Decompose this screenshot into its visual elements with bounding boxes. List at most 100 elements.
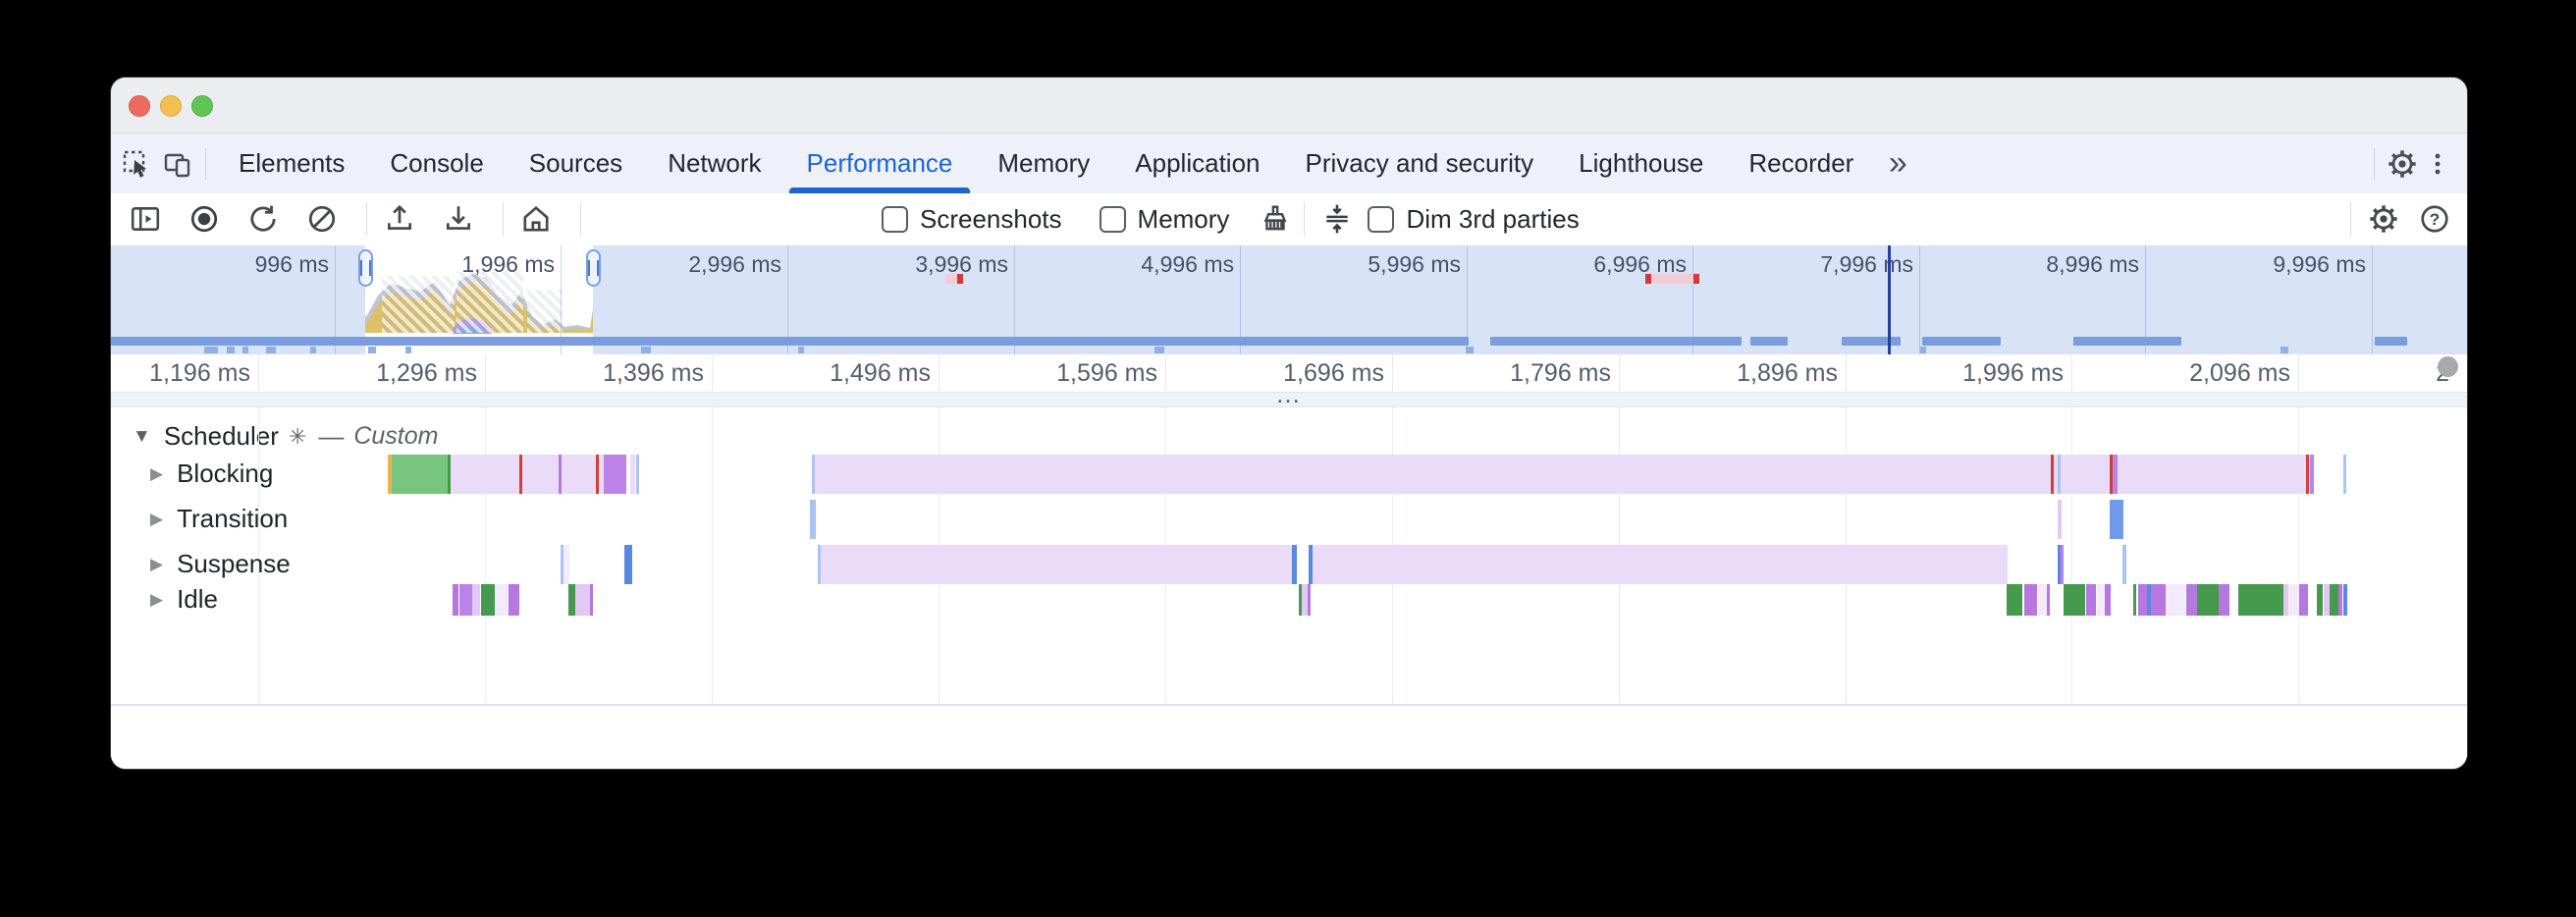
timeline-event-bar[interactable] [2086, 584, 2096, 616]
timeline-event-bar[interactable] [509, 584, 519, 616]
track-row-label-suspense[interactable]: ▶Suspense [150, 549, 291, 579]
track-row-label-blocking[interactable]: ▶Blocking [150, 458, 273, 489]
timeline-event-bar[interactable] [812, 455, 2314, 494]
timeline-event-bar[interactable] [2317, 584, 2323, 616]
close-window-button[interactable] [129, 95, 150, 117]
screenshots-checkbox[interactable] [882, 206, 908, 233]
selection-handle-left[interactable] [358, 249, 373, 287]
expand-triangle-icon[interactable]: ▶ [150, 464, 163, 484]
timeline-event-bar[interactable] [2343, 455, 2346, 494]
record-icon[interactable] [188, 202, 221, 236]
timeline-event-bar[interactable] [564, 545, 569, 584]
timeline-event-bar[interactable] [2024, 584, 2037, 616]
tab-memory[interactable]: Memory [975, 134, 1112, 193]
minimize-window-button[interactable] [160, 95, 182, 117]
timeline-event-bar[interactable] [810, 500, 816, 539]
timeline-event-bar[interactable] [2330, 584, 2338, 616]
timeline-event-bar[interactable] [2299, 584, 2308, 616]
timeline-event-bar[interactable] [2051, 455, 2054, 494]
window-titlebar[interactable] [111, 78, 2467, 134]
upload-profile-icon[interactable] [383, 202, 416, 236]
timeline-event-bar[interactable] [1292, 545, 1297, 584]
timeline-event-bar[interactable] [2038, 584, 2047, 616]
timeline-event-bar[interactable] [1308, 584, 1311, 616]
timeline-event-bar[interactable] [392, 455, 448, 494]
scrollbar-thumb[interactable] [2438, 356, 2458, 377]
timeline-event-bar[interactable] [818, 545, 821, 584]
device-toolbar-icon[interactable] [160, 146, 195, 182]
tab-lighthouse[interactable]: Lighthouse [1556, 134, 1726, 193]
timeline-event-bar[interactable] [2138, 584, 2147, 616]
tab-network[interactable]: Network [645, 134, 783, 193]
clear-icon[interactable] [305, 202, 339, 236]
timeline-event-bar[interactable] [2238, 584, 2283, 616]
track-row-label-transition[interactable]: ▶Transition [150, 504, 288, 534]
tab-console[interactable]: Console [367, 134, 506, 193]
expand-triangle-icon[interactable]: ▶ [150, 590, 163, 610]
timeline-event-bar[interactable] [559, 455, 562, 494]
toggle-sidebar-icon[interactable] [129, 202, 162, 236]
download-profile-icon[interactable] [442, 202, 475, 236]
timeline-event-bar[interactable] [818, 545, 1295, 584]
timeline-event-bar[interactable] [812, 455, 815, 494]
timeline-overview[interactable]: CPU NET 996 ms1,996 ms2,996 ms3,996 ms4,… [111, 245, 2467, 355]
dim-3rd-parties-checkbox[interactable] [1368, 206, 1394, 233]
expand-triangle-icon[interactable]: ▶ [150, 510, 163, 529]
timeline-event-bar[interactable] [604, 455, 626, 494]
timeline-event-bar[interactable] [568, 584, 575, 616]
collapse-triangle-icon[interactable]: ▼ [133, 426, 151, 448]
tab-sources[interactable]: Sources [507, 134, 645, 193]
memory-checkbox[interactable] [1100, 206, 1126, 233]
timeline-event-bar[interactable] [2113, 455, 2118, 494]
timeline-event-bar[interactable] [2288, 584, 2299, 616]
timeline-event-bar[interactable] [519, 455, 522, 494]
timeline-event-bar[interactable] [2151, 584, 2166, 616]
expand-triangle-icon[interactable]: ▶ [150, 555, 163, 574]
timeline-event-bar[interactable] [2197, 584, 2219, 616]
timeline-event-bar[interactable] [2058, 500, 2062, 539]
timeline-event-bar[interactable] [451, 455, 626, 494]
timeline-event-bar[interactable] [459, 584, 472, 616]
timeline-event-bar[interactable] [2097, 584, 2105, 616]
timeline-event-bar[interactable] [2061, 545, 2064, 584]
track-group-scheduler[interactable]: ▼ Scheduler ✳ — Custom [133, 421, 438, 452]
tab-elements[interactable]: Elements [216, 134, 367, 193]
timeline-event-bar[interactable] [2343, 584, 2347, 616]
collect-garbage-icon[interactable] [1259, 202, 1292, 236]
track-row-label-idle[interactable]: ▶Idle [150, 584, 218, 615]
tab-performance[interactable]: Performance [784, 134, 976, 193]
timeline-event-bar[interactable] [630, 455, 635, 494]
timeline-event-bar[interactable] [2219, 584, 2229, 616]
more-tabs-icon[interactable]: » [1876, 146, 1919, 182]
selection-handle-right[interactable] [586, 249, 601, 287]
timeline-event-bar[interactable] [2122, 545, 2126, 584]
timeline-event-bar[interactable] [2058, 455, 2061, 494]
record-and-reload-icon[interactable] [246, 202, 280, 236]
timeline-event-bar[interactable] [2007, 584, 2022, 616]
panel-resizer[interactable]: … [111, 392, 2467, 407]
collapse-sections-icon[interactable] [1320, 202, 1354, 236]
timeline-event-bar[interactable] [2186, 584, 2197, 616]
timeline-event-bar[interactable] [472, 584, 480, 616]
timeline-event-bar[interactable] [2338, 584, 2342, 616]
timeline-event-bar[interactable] [624, 545, 632, 584]
timeline-event-bar[interactable] [453, 584, 458, 616]
customize-devtools-icon[interactable] [2420, 146, 2455, 182]
tab-recorder[interactable]: Recorder [1726, 134, 1876, 193]
timeline-event-bar[interactable] [495, 584, 509, 616]
timeline-event-bar[interactable] [2047, 584, 2050, 616]
track-area[interactable]: ▼ Scheduler ✳ — Custom ▶Blocking ▶Transit… [111, 407, 2467, 620]
timeline-event-bar[interactable] [2105, 584, 2111, 616]
timeline-event-bar[interactable] [596, 455, 599, 494]
help-icon[interactable]: ? [2418, 202, 2451, 236]
zoom-window-button[interactable] [191, 95, 213, 117]
timeline-event-bar[interactable] [2306, 455, 2309, 494]
timeline-event-bar[interactable] [2166, 584, 2185, 616]
timeline-event-bar[interactable] [575, 584, 590, 616]
tab-privacy-and-security[interactable]: Privacy and security [1283, 134, 1557, 193]
settings-gear-icon[interactable] [2385, 146, 2420, 182]
timeline-event-bar[interactable] [2310, 455, 2314, 494]
timeline-event-bar[interactable] [1313, 545, 2008, 584]
timeline-event-bar[interactable] [2133, 584, 2136, 616]
timeline-event-bar[interactable] [636, 455, 639, 494]
